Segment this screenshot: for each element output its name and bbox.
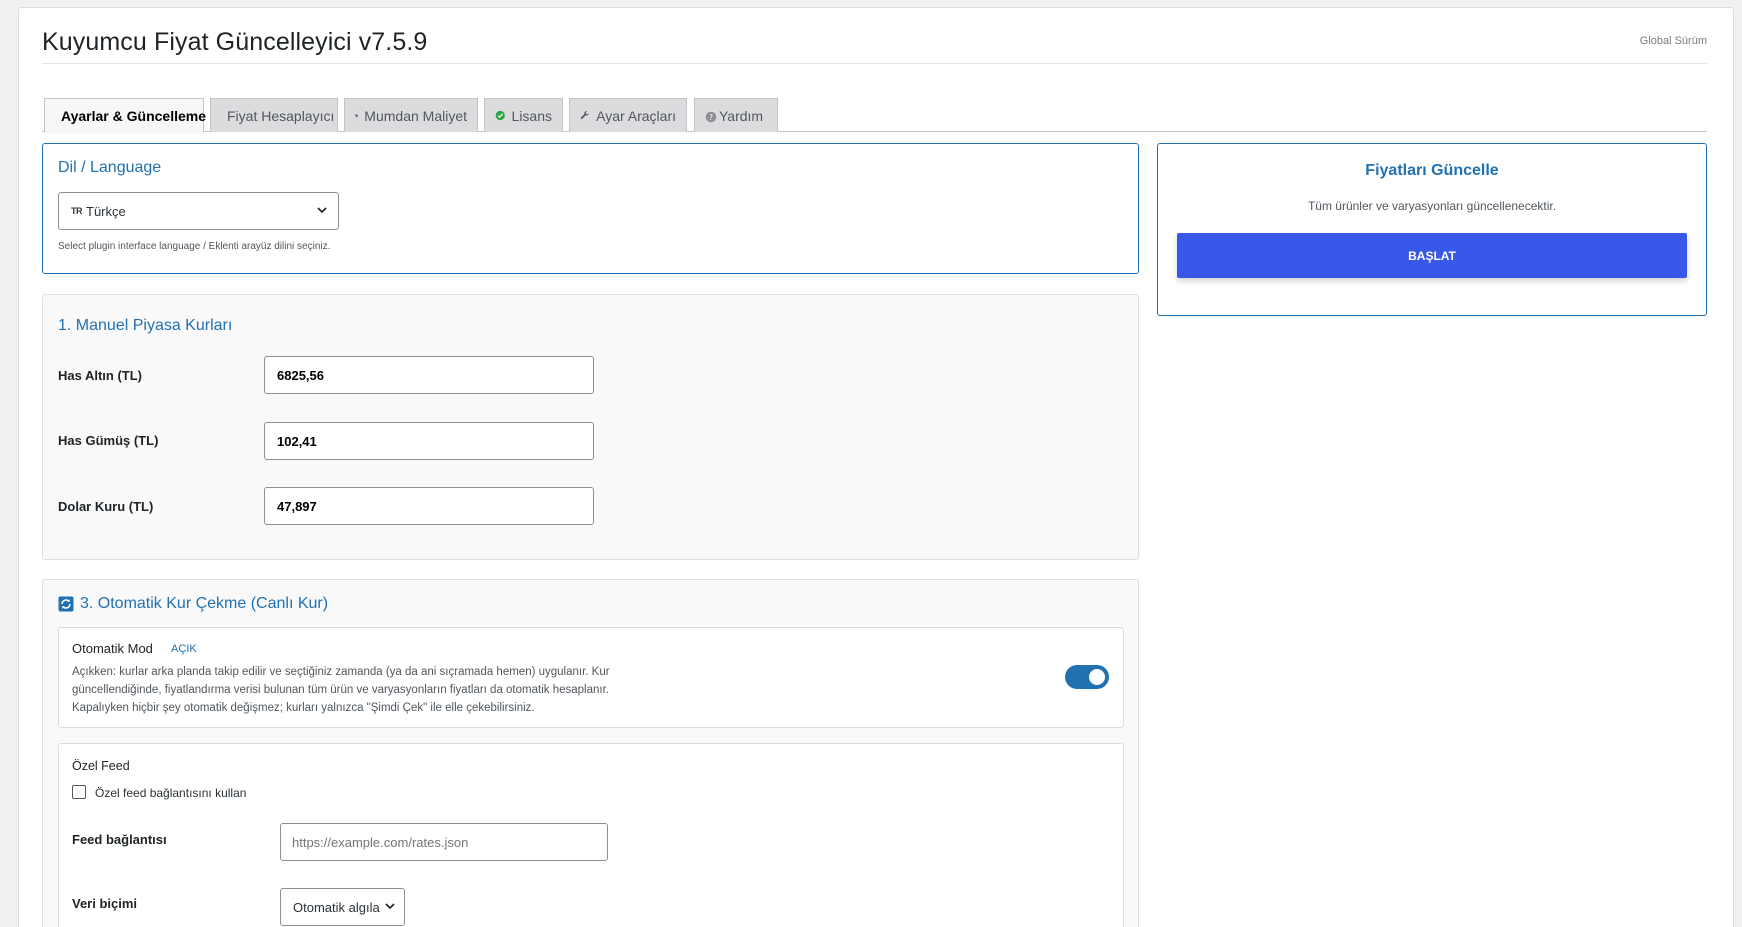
auto-mode-toggle[interactable] (1065, 665, 1109, 689)
page-header: Kuyumcu Fiyat Güncelleyici v7.5.9 Global… (42, 8, 1707, 64)
page-title: Kuyumcu Fiyat Güncelleyici v7.5.9 (42, 28, 428, 56)
gold-rate-input[interactable]: 6825,56 (264, 356, 594, 394)
gold-rate-label: Has Altın (TL) (58, 368, 143, 383)
silver-rate-input[interactable]: 102,41 (264, 422, 594, 460)
update-prices-card: Fiyatları Güncelle Tüm ürünler ve varyas… (1157, 143, 1707, 316)
tab-label: Mumdan Maliyet (364, 107, 467, 124)
auto-mode-description: Açıkken: kurlar arka planda takip edilir… (72, 663, 692, 717)
manual-rates-heading: 1. Manuel Piyasa Kurları (58, 317, 233, 334)
language-selected-value: Türkçe (86, 203, 126, 219)
svg-text:?: ? (709, 113, 713, 122)
tab-label: Ayarlar & Güncelleme (61, 107, 206, 124)
tab-settings-update[interactable]: Ayarlar & Güncelleme (44, 98, 206, 133)
check-circle-icon (495, 110, 505, 121)
help-icon: ? (705, 111, 717, 123)
auto-mode-status: AÇIK (171, 643, 197, 655)
flag-tr-icon: TR (71, 206, 83, 216)
edition-label: Global Sürüm (1639, 35, 1707, 47)
auto-mode-box: Otomatik Mod AÇIK Açıkken: kurlar arka p… (58, 627, 1124, 728)
tab-label: Ayar Araçları (596, 107, 676, 124)
custom-feed-checkbox[interactable] (72, 785, 86, 799)
pie-chart-icon (355, 114, 358, 117)
toggle-knob (1089, 669, 1105, 685)
tab-label: Lisans (511, 107, 552, 124)
auto-mode-description-line: Kapalıyken hiçbir şey otomatik değişmez;… (72, 702, 535, 714)
tab-label: Yardım (719, 107, 764, 124)
language-select[interactable]: TR Türkçe (58, 192, 339, 230)
feed-url-label: Feed bağlantısı (72, 832, 167, 847)
manual-rates-card: 1. Manuel Piyasa Kurları Has Altın (TL) … (42, 294, 1139, 560)
tab-help[interactable]: ? Yardım (694, 98, 778, 132)
tab-license[interactable]: Lisans (484, 98, 563, 132)
chevron-down-icon (317, 207, 327, 214)
tab-label: Fiyat Hesaplayıcı (227, 107, 335, 124)
language-heading: Dil / Language (58, 159, 162, 176)
data-format-select[interactable]: Otomatik algıla (280, 888, 405, 926)
custom-feed-box: Özel Feed Özel feed bağlantısını kullan … (58, 743, 1124, 927)
dollar-rate-label: Dolar Kuru (TL) (58, 499, 154, 514)
custom-feed-checkbox-label: Özel feed bağlantısını kullan (95, 786, 247, 800)
tab-wax-cost[interactable]: Mumdan Maliyet (344, 98, 478, 132)
data-format-label: Veri biçimi (72, 896, 138, 911)
refresh-icon (58, 596, 74, 612)
wrench-icon (580, 110, 589, 119)
data-format-selected-value: Otomatik algıla (293, 899, 380, 915)
auto-mode-description-line: Açıkken: kurlar arka planda takip edilir… (72, 666, 610, 678)
update-description: Tüm ürünler ve varyasyonları güncellenec… (1307, 199, 1557, 213)
language-description: Select plugin interface language / Eklen… (58, 241, 331, 252)
tab-price-calculator[interactable]: Fiyat Hesaplayıcı (210, 98, 338, 132)
auto-mode-description-line: güncellendiğinde, fiyatlandırma verisi b… (72, 684, 609, 696)
update-heading: Fiyatları Güncelle (1365, 162, 1499, 179)
plugin-settings-page: Kuyumcu Fiyat Güncelleyici v7.5.9 Global… (18, 7, 1734, 927)
chevron-down-icon (385, 903, 395, 910)
custom-feed-title: Özel Feed (72, 759, 130, 773)
start-update-button[interactable]: BAŞLAT (1177, 233, 1687, 278)
language-card: Dil / Language TR Türkçe Select plugin i… (42, 143, 1139, 274)
auto-rates-card: 3. Otomatik Kur Çekme (Canlı Kur) Otomat… (42, 579, 1139, 927)
feed-url-input[interactable] (280, 823, 608, 861)
auto-mode-label: Otomatik Mod (72, 641, 153, 656)
tab-tool-settings[interactable]: Ayar Araçları (569, 98, 687, 132)
dollar-rate-input[interactable]: 47,897 (264, 487, 594, 525)
silver-rate-label: Has Gümüş (TL) (58, 433, 159, 448)
tab-bar: Ayarlar & Güncelleme Fiyat Hesaplayıcı M… (42, 91, 1707, 133)
auto-rates-heading: 3. Otomatik Kur Çekme (Canlı Kur) (80, 595, 329, 612)
